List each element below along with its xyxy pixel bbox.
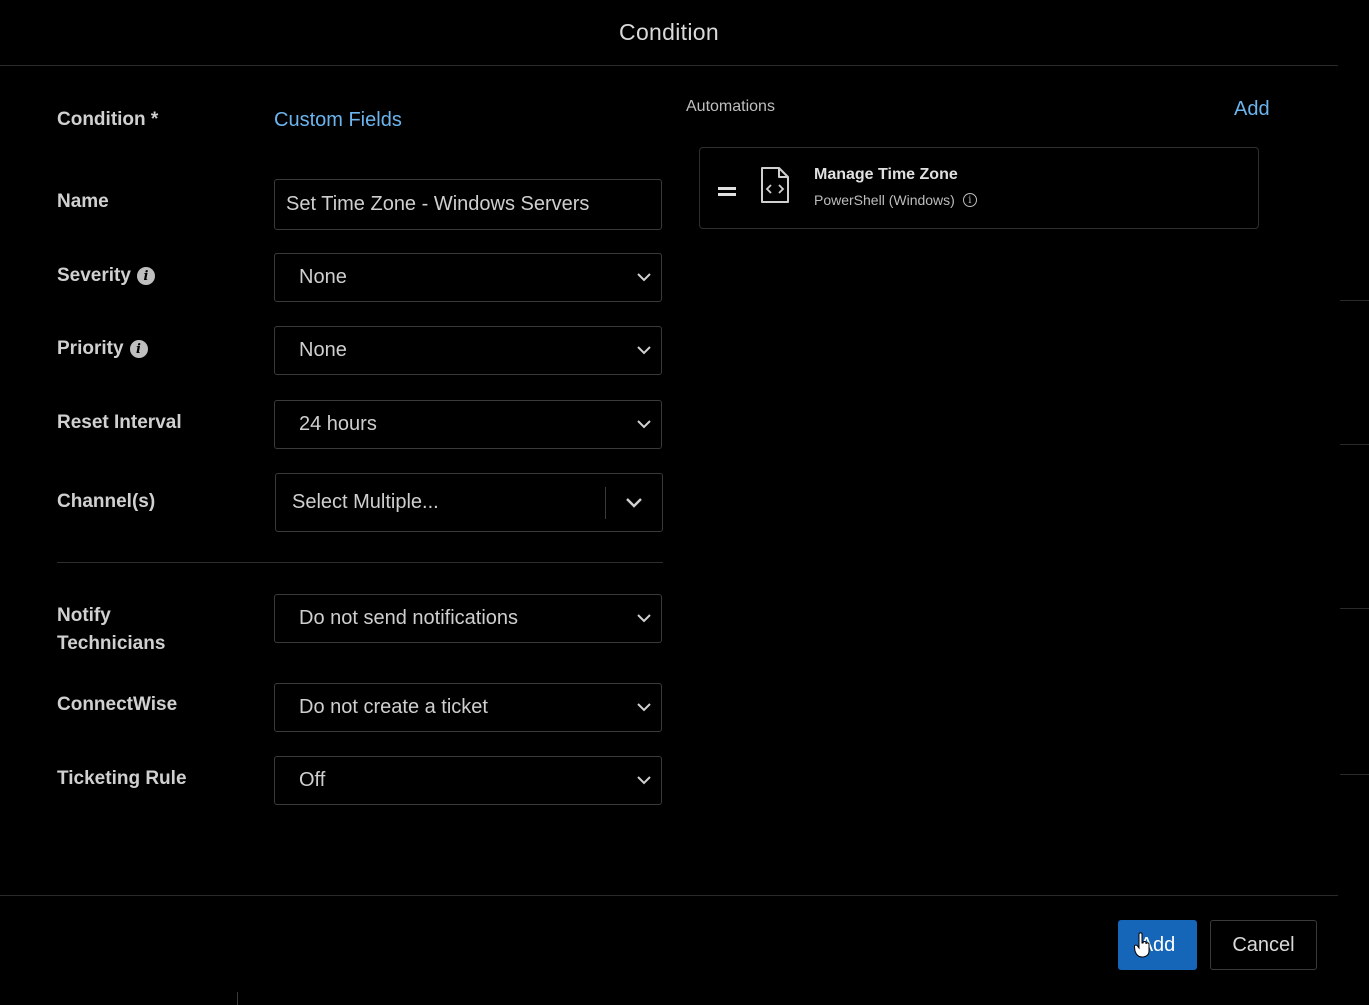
ticketing-rule-label-text: Ticketing Rule xyxy=(57,768,187,789)
notify-technicians-label: Notify Technicians xyxy=(57,605,165,655)
chevron-down-icon xyxy=(637,271,651,285)
dialog-title: Condition xyxy=(619,19,719,45)
info-icon[interactable]: i xyxy=(129,340,148,358)
chevron-down-icon[interactable] xyxy=(606,496,662,510)
automation-type: PowerShell (Windows) i xyxy=(814,192,977,208)
divider xyxy=(237,992,238,1005)
channels-multiselect[interactable]: Select Multiple... xyxy=(275,473,663,532)
cancel-button[interactable]: Cancel xyxy=(1210,920,1317,970)
divider xyxy=(1340,300,1369,301)
hand-cursor-icon xyxy=(1133,932,1150,963)
custom-fields-link[interactable]: Custom Fields xyxy=(274,109,402,132)
channels-label: Channel(s) xyxy=(57,491,155,513)
notify-label-line1: Notify xyxy=(57,605,111,626)
automation-name: Manage Time Zone xyxy=(814,166,958,183)
chevron-down-icon xyxy=(637,418,651,432)
info-icon[interactable]: i xyxy=(962,193,977,207)
channels-placeholder: Select Multiple... xyxy=(292,491,439,513)
automations-title: Automations xyxy=(686,98,775,115)
reset-interval-select[interactable]: 24 hours xyxy=(274,400,662,449)
reset-interval-label-text: Reset Interval xyxy=(57,412,182,433)
connectwise-value: Do not create a ticket xyxy=(299,696,488,718)
name-input-value: Set Time Zone - Windows Servers xyxy=(286,193,590,215)
connectwise-label: ConnectWise xyxy=(57,694,177,716)
severity-label-text: Severity xyxy=(57,265,131,286)
divider xyxy=(1340,608,1369,609)
condition-label: Condition * xyxy=(57,109,158,131)
chevron-down-icon xyxy=(637,701,651,715)
dialog-header: Condition xyxy=(0,0,1338,66)
reset-interval-label: Reset Interval xyxy=(57,412,182,434)
ticketing-rule-value: Off xyxy=(299,769,326,791)
automation-type-text: PowerShell (Windows) xyxy=(814,192,955,208)
priority-value: None xyxy=(299,339,347,361)
priority-label: Priority i xyxy=(57,338,148,360)
automation-item[interactable]: Manage Time Zone PowerShell (Windows) i xyxy=(699,147,1259,229)
footer-divider xyxy=(0,895,1338,896)
chevron-down-icon xyxy=(637,344,651,358)
add-automation-link[interactable]: Add xyxy=(1234,98,1270,121)
channels-label-text: Channel(s) xyxy=(57,491,156,512)
info-icon[interactable]: i xyxy=(136,267,155,285)
reset-interval-value: 24 hours xyxy=(299,413,377,435)
severity-select[interactable]: None xyxy=(274,253,662,302)
name-label: Name xyxy=(57,191,109,213)
notify-technicians-select[interactable]: Do not send notifications xyxy=(274,594,662,643)
ticketing-rule-label: Ticketing Rule xyxy=(57,768,187,790)
condition-label-text: Condition * xyxy=(57,109,159,130)
drag-handle-icon[interactable] xyxy=(718,184,736,196)
add-button[interactable]: Add xyxy=(1118,920,1197,970)
connectwise-select[interactable]: Do not create a ticket xyxy=(274,683,662,732)
notify-label-line2: Technicians xyxy=(57,633,166,654)
priority-select[interactable]: None xyxy=(274,326,662,375)
name-label-text: Name xyxy=(57,191,109,212)
chevron-down-icon xyxy=(637,612,651,626)
name-input[interactable]: Set Time Zone - Windows Servers xyxy=(274,179,662,230)
severity-label: Severity i xyxy=(57,265,155,287)
form-divider xyxy=(57,562,663,563)
chevron-down-icon xyxy=(637,774,651,788)
divider xyxy=(1340,774,1369,775)
connectwise-label-text: ConnectWise xyxy=(57,694,178,715)
divider xyxy=(1340,444,1369,445)
notify-value: Do not send notifications xyxy=(299,607,519,629)
priority-label-text: Priority xyxy=(57,338,124,359)
ticketing-rule-select[interactable]: Off xyxy=(274,756,662,805)
severity-value: None xyxy=(299,266,347,288)
script-file-icon xyxy=(760,166,790,209)
